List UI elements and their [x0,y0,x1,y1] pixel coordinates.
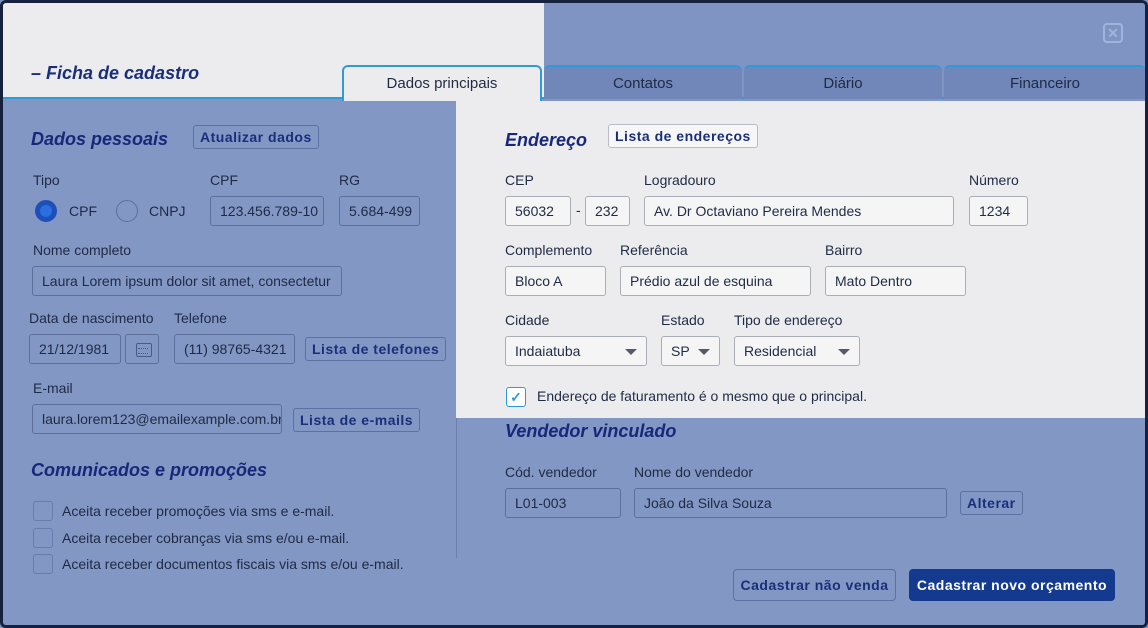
rg-field[interactable]: 5.684-499 [339,196,420,226]
codigo-vendedor-label: Cód. vendedor [505,464,597,480]
nome-label: Nome completo [33,242,132,258]
complemento-label: Complemento [505,242,593,258]
tab-diario[interactable]: Diário [744,65,942,99]
chevron-down-icon [625,349,637,355]
page-title: – Ficha de cadastro [31,63,200,83]
title-dash-icon: – [31,63,47,83]
address-panel: Endereço Lista de endereços CEP 56032 - … [456,101,1145,418]
close-icon[interactable]: ✕ [1103,23,1123,43]
cpf-label: CPF [210,172,238,188]
cep-label: CEP [505,172,534,188]
tipo-endereco-label: Tipo de endereço [734,312,843,328]
referencia-label: Referência [620,242,688,258]
faturamento-label: Endereço de faturamento é o mesmo que o … [537,388,867,404]
tipo-cpf-radio[interactable] [35,200,57,222]
cidade-label: Cidade [505,312,550,328]
email-list-button[interactable]: Lista de e-mails [293,408,421,432]
bairro-label: Bairro [825,242,863,258]
chevron-down-icon [698,349,710,355]
codigo-vendedor-field[interactable]: L01-003 [505,488,621,518]
tipo-label: Tipo [33,172,60,188]
personal-data-panel: Dados pessoais Atualizar dados Tipo CPF … [3,101,456,625]
estado-value: SP [671,343,690,359]
calendar-icon[interactable] [125,334,159,364]
rg-label: RG [339,172,360,188]
complemento-field[interactable]: Bloco A [505,266,606,296]
tab-dados-principais[interactable]: Dados principais [342,65,542,103]
promo-checkbox[interactable] [33,501,53,521]
nome-vendedor-field[interactable]: João da Silva Souza [634,488,947,518]
tipo-cpf-label: CPF [69,203,97,219]
tipo-cnpj-radio[interactable] [116,200,138,222]
endereco-heading: Endereço [505,130,588,150]
cep-field-2[interactable]: 232 [585,196,630,226]
logradouro-field[interactable]: Av. Dr Octaviano Pereira Mendes [644,196,954,226]
phone-list-button[interactable]: Lista de telefones [305,337,447,361]
cidade-value: Indaiatuba [515,343,581,359]
cep-field-1[interactable]: 56032 [505,196,571,226]
nascimento-field[interactable]: 21/12/1981 [29,334,121,364]
email-field[interactable]: laura.lorem123@emailexample.com.br [32,404,282,434]
comunicados-heading: Comunicados e promoções [31,460,268,480]
cadastrar-nao-venda-button[interactable]: Cadastrar não venda [733,569,896,601]
numero-label: Número [969,172,1019,188]
promo-label: Aceita receber promoções via sms e e-mai… [62,503,335,519]
tipo-cnpj-label: CNPJ [149,203,186,219]
referencia-field[interactable]: Prédio azul de esquina [620,266,811,296]
telefone-field[interactable]: (11) 98765-4321 [174,334,295,364]
nascimento-label: Data de nascimento [29,310,154,326]
cep-separator: - [576,202,581,218]
nome-field[interactable]: Laura Lorem ipsum dolor sit amet, consec… [32,266,342,296]
chevron-down-icon [838,349,850,355]
numero-field[interactable]: 1234 [969,196,1028,226]
logradouro-label: Logradouro [644,172,716,188]
cadastrar-orcamento-button[interactable]: Cadastrar novo orçamento [909,569,1115,601]
seller-panel: Vendedor vinculado Cód. vendedor L01-003… [457,418,1145,625]
cobranca-checkbox[interactable] [33,528,53,548]
telefone-label: Telefone [174,310,227,326]
check-icon: ✓ [510,389,522,405]
address-list-button[interactable]: Lista de endereços [608,124,758,148]
cpf-field[interactable]: 123.456.789-10 [210,196,324,226]
bairro-field[interactable]: Mato Dentro [825,266,966,296]
alterar-button[interactable]: Alterar [960,491,1023,515]
tab-contatos[interactable]: Contatos [544,65,742,99]
vendedor-heading: Vendedor vinculado [505,421,677,441]
tab-financeiro[interactable]: Financeiro [944,65,1145,99]
email-label: E-mail [33,380,73,396]
faturamento-checkbox[interactable]: ✓ [506,387,526,407]
cidade-select[interactable]: Indaiatuba [505,336,647,366]
update-data-button[interactable]: Atualizar dados [193,125,319,149]
estado-label: Estado [661,312,705,328]
fiscal-label: Aceita receber documentos fiscais via sm… [62,556,404,572]
registration-dialog: – Ficha de cadastro ✕ Dados principais C… [0,0,1148,628]
tipo-endereco-select[interactable]: Residencial [734,336,860,366]
nome-vendedor-label: Nome do vendedor [634,464,754,480]
dados-pessoais-heading: Dados pessoais [31,129,169,149]
fiscal-checkbox[interactable] [33,554,53,574]
estado-select[interactable]: SP [661,336,720,366]
tipo-endereco-value: Residencial [744,343,817,359]
cobranca-label: Aceita receber cobranças via sms e/ou e-… [62,530,350,546]
